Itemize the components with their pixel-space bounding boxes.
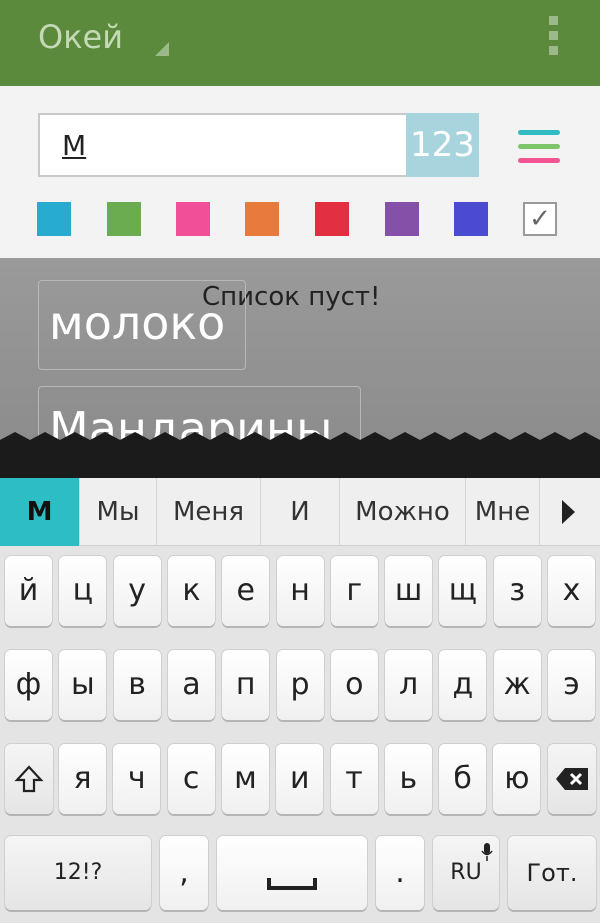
suggestion-item[interactable]: Можно [340, 478, 466, 546]
shift-key[interactable] [5, 744, 53, 814]
numeric-button[interactable]: 123 [406, 113, 479, 177]
color-swatch-orange[interactable] [245, 202, 279, 236]
shift-arrow-icon [14, 765, 44, 793]
shopping-list: Список пуст! молоко Мандарины [0, 258, 600, 478]
microphone-icon [481, 843, 493, 861]
letter-key[interactable]: у [113, 556, 161, 626]
letter-key[interactable]: х [548, 556, 595, 626]
menu-lines-icon[interactable] [518, 130, 560, 166]
letter-key[interactable]: р [276, 650, 324, 720]
letter-key[interactable]: п [222, 650, 270, 720]
item-input-value: М [62, 129, 87, 162]
letter-key[interactable]: ь [384, 744, 432, 814]
suggestion-item[interactable]: И [261, 478, 340, 546]
numeric-button-label: 123 [410, 125, 475, 165]
letter-key[interactable]: с [167, 744, 215, 814]
letter-key[interactable]: б [439, 744, 487, 814]
input-panel: М 123 ✓ [0, 86, 600, 258]
action-bar: Окей [0, 0, 600, 86]
suggestion-item[interactable]: Меня [157, 478, 261, 546]
language-key[interactable]: RU [433, 836, 499, 910]
backspace-key[interactable] [548, 744, 596, 814]
space-key[interactable] [217, 836, 367, 910]
list-title-spinner[interactable]: Окей [38, 18, 123, 56]
comma-key[interactable]: , [160, 836, 208, 910]
letter-key[interactable]: е [222, 556, 270, 626]
letter-key[interactable]: к [167, 556, 215, 626]
color-swatch-purple[interactable] [385, 202, 419, 236]
keyboard: йцукенгшщзх фывапролджэ ячсмитьбю 12!? ,… [0, 546, 600, 923]
color-swatch-indigo[interactable] [454, 202, 488, 236]
color-swatch-blue[interactable] [37, 202, 71, 236]
color-swatch-pink[interactable] [176, 202, 210, 236]
list-item[interactable]: молоко [38, 280, 246, 370]
more-suggestions-arrow-icon[interactable] [562, 500, 575, 524]
letter-key[interactable]: о [330, 650, 378, 720]
checkmark-checkbox[interactable]: ✓ [523, 202, 557, 236]
letter-key[interactable]: н [276, 556, 324, 626]
suggestion-bar: М Мы Меня И Можно Мне [0, 478, 600, 546]
suggestion-item[interactable]: Мне [466, 478, 540, 546]
letter-key[interactable]: ф [5, 650, 52, 720]
color-swatch-green[interactable] [107, 202, 141, 236]
overflow-menu-icon[interactable] [549, 16, 559, 60]
letter-key[interactable]: и [276, 744, 324, 814]
letter-key[interactable]: ж [493, 650, 541, 720]
done-key[interactable]: Гот. [508, 836, 596, 910]
letter-key[interactable]: ч [113, 744, 161, 814]
spinner-triangle-icon [155, 42, 169, 56]
letter-key[interactable]: щ [439, 556, 487, 626]
check-icon: ✓ [529, 204, 551, 234]
torn-edge-decoration [0, 432, 600, 478]
letter-key[interactable]: м [221, 744, 269, 814]
letter-key[interactable]: ы [59, 650, 107, 720]
letter-key[interactable]: т [330, 744, 378, 814]
space-bar-icon [267, 878, 317, 890]
letter-key[interactable]: ш [385, 556, 433, 626]
letter-key[interactable]: д [439, 650, 487, 720]
letter-key[interactable]: з [493, 556, 541, 626]
letter-key[interactable]: л [385, 650, 433, 720]
letter-key[interactable]: й [5, 556, 52, 626]
symbols-key[interactable]: 12!? [5, 836, 151, 910]
letter-key[interactable]: ц [59, 556, 107, 626]
letter-key[interactable]: г [330, 556, 378, 626]
color-swatch-red[interactable] [315, 202, 349, 236]
letter-key[interactable]: э [548, 650, 595, 720]
period-key[interactable]: . [376, 836, 424, 910]
letter-key[interactable]: а [167, 650, 215, 720]
letter-key[interactable]: ю [493, 744, 541, 814]
letter-key[interactable]: я [59, 744, 106, 814]
letter-key[interactable]: в [113, 650, 161, 720]
backspace-icon [556, 768, 588, 790]
suggestion-item[interactable]: Мы [80, 478, 157, 546]
suggestion-item[interactable]: М [0, 478, 80, 546]
language-label: RU [450, 860, 482, 885]
